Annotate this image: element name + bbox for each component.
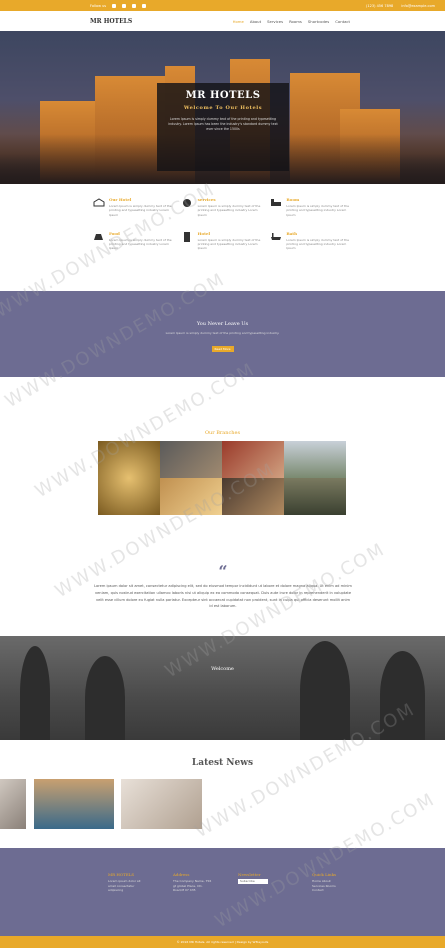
news-image[interactable] [34,779,114,829]
pinterest-icon[interactable] [142,3,147,8]
top-bar: Follow us (123) 456 7898 info@example.co… [0,0,445,11]
hero-text: Lorem Ipsum is simply dummy text of the … [168,117,278,131]
hero-title: MR HOTELS [185,90,261,101]
news-image[interactable] [121,779,202,829]
bath-icon [269,231,282,242]
band-text: Lorem Ipsum is simply dummy text of the … [165,331,280,335]
linkedin-icon[interactable] [132,3,137,8]
feature-title: Our Hotel [109,197,132,202]
nav-contact[interactable]: Contact [335,19,350,24]
email-link[interactable]: info@example.com [401,4,435,8]
read-more-button[interactable]: Read More [211,346,234,352]
footer-column: Address The Company Name, 756 gt globel … [173,872,213,893]
footer-col-title: Address [173,872,190,877]
nav-rooms[interactable]: Rooms [289,19,302,24]
gallery-image[interactable] [284,441,346,478]
footer-col-text: Lorem ipsum dolor sit amet consectetur a… [108,879,141,892]
hero-banner: MR HOTELS Welcome To Our Hotels Lorem Ip… [0,31,445,184]
footer-col-title: MR HOTELS [108,872,135,877]
footer-column: Newsletter Subscribe [238,872,268,884]
twitter-icon[interactable] [122,3,127,8]
feature-text: Lorem Ipsum is simply dummy text of the … [197,237,261,251]
feature-title: Hotel [197,230,211,236]
feature-text: Lorem Ipsum is simply dummy text of the … [286,204,349,217]
feature-item: Bath Lorem Ipsum is simply dummy text of … [269,231,352,251]
footer-col-title: Newsletter [238,872,261,877]
hotel-building-icon [181,231,194,242]
band-title: You Never Leave Us [196,321,249,327]
news-image[interactable] [0,779,26,829]
site-logo[interactable]: MR HOTELS [90,18,132,25]
feature-item: Room Lorem Ipsum is simply dummy text of … [269,197,352,217]
nav-shortcodes[interactable]: Shortcodes [308,19,329,24]
hero-subtitle: Welcome To Our Hotels [183,105,263,111]
feature-text: Lorem Ipsum is simply dummy text of the … [197,204,261,217]
footer-col-text[interactable]: Home About Services Rooms Contact [312,879,342,893]
palm-silhouette [300,641,350,740]
facebook-icon[interactable] [112,3,117,8]
main-menu: Home About Services Rooms Shortcodes Con… [233,19,350,24]
room-icon [269,197,282,208]
main-navbar: MR HOTELS Home About Services Rooms Shor… [0,11,445,31]
nav-home[interactable]: Home [233,19,244,24]
copyright-bar: © 2016 MR Hotels. All rights reserved | … [0,936,445,948]
nav-services[interactable]: Services [267,19,283,24]
footer-column: MR HOTELS Lorem ipsum dolor sit amet con… [108,872,148,893]
phone-text: (123) 456 7898 [366,3,394,8]
feature-item: Hotel Lorem Ipsum is simply dummy text of… [181,231,264,251]
footer-col-text: The Company Name, 756 gt globel Place, C… [173,879,212,892]
palm-silhouette [20,646,50,740]
nav-about[interactable]: About [250,19,261,24]
gallery-image[interactable] [284,478,346,515]
hotel-icon [92,197,105,208]
feature-title: Room [286,197,300,202]
feature-title: Bath [286,230,298,236]
branches-title: Our Branches [204,430,241,436]
news-title: Latest News [191,758,254,768]
social-follow: Follow us [90,3,147,8]
feature-text: Lorem Ipsum is simply dummy text of the … [286,237,349,251]
welcome-title: Welcome [211,666,234,672]
gallery-image[interactable] [160,441,222,478]
top-contact: (123) 456 7898 info@example.com [366,4,435,8]
follow-label: Follow us [90,3,107,8]
hero-caption: MR HOTELS Welcome To Our Hotels Lorem Ip… [157,83,289,171]
